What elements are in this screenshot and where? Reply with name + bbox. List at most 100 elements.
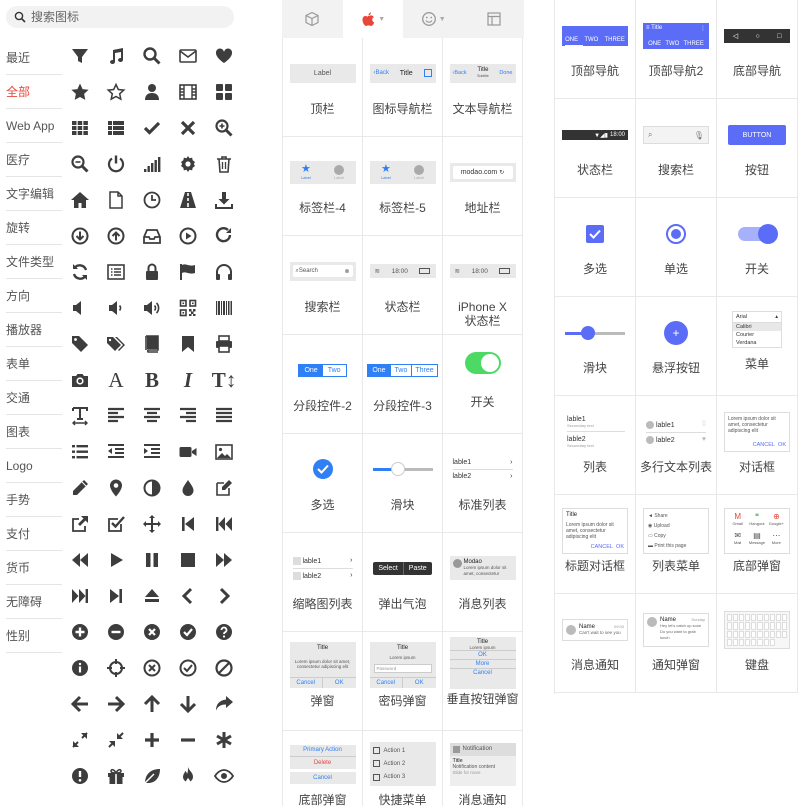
file-o-icon[interactable]: [98, 182, 134, 218]
play-icon[interactable]: [98, 542, 134, 578]
align-right-icon[interactable]: [170, 398, 206, 434]
leaf-icon[interactable]: [134, 758, 170, 794]
italic-icon[interactable]: I: [170, 362, 206, 398]
barcode-icon[interactable]: [206, 290, 242, 326]
music-icon[interactable]: [98, 38, 134, 74]
forward-icon[interactable]: [206, 542, 242, 578]
list-icon[interactable]: [62, 434, 98, 470]
md-button[interactable]: BUTTON 按钮: [717, 99, 798, 198]
ios-quick-menu[interactable]: Action 1 Action 2 Action 3 快捷菜单: [363, 731, 443, 806]
ios-alert[interactable]: Title Lorem ipsum dolor sit amet, consec…: [283, 632, 363, 731]
refresh-icon[interactable]: [62, 254, 98, 290]
category-item[interactable]: 医疗: [6, 143, 62, 177]
arrow-circle-down-icon[interactable]: [62, 218, 98, 254]
search-plus-icon[interactable]: [206, 110, 242, 146]
ios-standard-list[interactable]: lable1 › lable2 › 标准列表: [443, 434, 523, 533]
th-list-icon[interactable]: [98, 110, 134, 146]
times-circle-o-icon[interactable]: [134, 650, 170, 686]
pause-icon[interactable]: [134, 542, 170, 578]
th-large-icon[interactable]: [206, 74, 242, 110]
tint-icon[interactable]: [170, 470, 206, 506]
category-item[interactable]: 支付: [6, 517, 62, 551]
times-icon[interactable]: [170, 110, 206, 146]
md-top-nav-2[interactable]: ≡ Title ⋮ ONE TWO THREE 顶部导航2: [636, 0, 717, 99]
star-o-icon[interactable]: [98, 74, 134, 110]
crosshairs-icon[interactable]: [98, 650, 134, 686]
map-marker-icon[interactable]: [98, 470, 134, 506]
compress-icon[interactable]: [98, 722, 134, 758]
indent-icon[interactable]: [134, 434, 170, 470]
play-circle-icon[interactable]: [170, 218, 206, 254]
tab-cube[interactable]: [282, 0, 343, 38]
md-slider[interactable]: 滑块: [555, 297, 636, 396]
bookmark-icon[interactable]: [170, 326, 206, 362]
ios-iphonex-statusbar[interactable]: ≋ 18:00 iPhone X 状态栏: [443, 236, 523, 335]
tab-apple[interactable]: ▼: [342, 0, 403, 38]
text-height-icon[interactable]: T↕: [206, 362, 242, 398]
md-top-nav[interactable]: ONE TWO THREE 顶部导航: [555, 0, 636, 99]
envelope-icon[interactable]: [170, 38, 206, 74]
step-forward-icon[interactable]: [98, 578, 134, 614]
lock-icon[interactable]: [134, 254, 170, 290]
category-item[interactable]: 方向: [6, 279, 62, 313]
ios-tabbar-5[interactable]: ★ Label Label 标签栏-5: [363, 137, 443, 236]
star-icon[interactable]: [62, 74, 98, 110]
ios-topbar[interactable]: Label 顶栏: [283, 38, 363, 137]
ios-notification[interactable]: Notification Title Notification content …: [443, 731, 523, 806]
arrow-up-icon[interactable]: [134, 686, 170, 722]
category-item[interactable]: 表单: [6, 347, 62, 381]
category-item[interactable]: Web App: [6, 109, 62, 143]
md-checkbox[interactable]: 多选: [555, 198, 636, 297]
md-bottom-sheet[interactable]: M Gmail ❝ Hangout ⊕ Google+ ✉ Mail ▤ Message …: [717, 495, 798, 594]
md-message-notify[interactable]: Name 09:00 Can't wait to see you 消息通知: [555, 594, 636, 693]
category-item[interactable]: 旋转: [6, 211, 62, 245]
qrcode-icon[interactable]: [170, 290, 206, 326]
md-menu[interactable]: Arial ▴ Calibri Courier Verdana 菜单: [717, 297, 798, 396]
ban-icon[interactable]: [206, 650, 242, 686]
md-fab[interactable]: + 悬浮按钮: [636, 297, 717, 396]
volume-off-icon[interactable]: [62, 290, 98, 326]
check-square-icon[interactable]: [98, 506, 134, 542]
minus-circle-icon[interactable]: [98, 614, 134, 650]
md-multiline-list[interactable]: lable1 ⁞⁞ lable2 ♥ 多行文本列表: [636, 396, 717, 495]
share-icon[interactable]: [206, 686, 242, 722]
align-center-icon[interactable]: [134, 398, 170, 434]
search-icon[interactable]: [134, 38, 170, 74]
list-alt-icon[interactable]: [98, 254, 134, 290]
ios-password-alert[interactable]: Title Lorem ipsum Password Cancel OK 密码弹窗: [363, 632, 443, 731]
ios-searchbar[interactable]: ⌕Search ⊗ 搜索栏: [283, 236, 363, 335]
md-radio[interactable]: 单选: [636, 198, 717, 297]
asterisk-icon[interactable]: [206, 722, 242, 758]
category-item[interactable]: 图表: [6, 415, 62, 449]
align-left-icon[interactable]: [98, 398, 134, 434]
ios-vertical-alert[interactable]: Title Lorem ipsum OK More Cancel 垂直按钮弹窗: [443, 632, 523, 731]
edit-icon[interactable]: [206, 470, 242, 506]
volume-down-icon[interactable]: [98, 290, 134, 326]
tags-icon[interactable]: [98, 326, 134, 362]
check-circle-icon[interactable]: [170, 614, 206, 650]
ios-thumbnail-list[interactable]: lable1 › lable2 › 缩略图列表: [283, 533, 363, 632]
chevron-right-icon[interactable]: [206, 578, 242, 614]
trash-icon[interactable]: [206, 146, 242, 182]
tab-smile[interactable]: ▼: [403, 0, 464, 38]
md-dialog[interactable]: Lorem ipsum dolor sit amet, consectetur …: [717, 396, 798, 495]
category-item[interactable]: 文件类型: [6, 245, 62, 279]
md-statusbar[interactable]: ▼◢▮ 18:00 状态栏: [555, 99, 636, 198]
category-item[interactable]: 播放器: [6, 313, 62, 347]
md-title-dialog[interactable]: Title Lorem ipsum dolor sit amet, consec…: [555, 495, 636, 594]
download-icon[interactable]: [206, 182, 242, 218]
md-list[interactable]: lable1 Secondary text lable2 Secondary t…: [555, 396, 636, 495]
search-minus-icon[interactable]: [62, 146, 98, 182]
expand-icon[interactable]: [62, 722, 98, 758]
arrows-icon[interactable]: [134, 506, 170, 542]
ios-switch[interactable]: 开关: [443, 335, 523, 434]
inbox-icon[interactable]: [134, 218, 170, 254]
ios-message-list[interactable]: Modao Lorem ipsum dolor sit amet, consec…: [443, 533, 523, 632]
info-circle-icon[interactable]: [62, 650, 98, 686]
arrow-left-icon[interactable]: [62, 686, 98, 722]
times-circle-icon[interactable]: [134, 614, 170, 650]
camera-icon[interactable]: [62, 362, 98, 398]
md-list-menu[interactable]: ◄ Share ◉ Upload ▭ Copy ▬ Print this pag…: [636, 495, 717, 594]
md-notify-popup[interactable]: Name Sunday Hey let's catch up soon Do yo…: [636, 594, 717, 693]
md-keyboard[interactable]: 键盘: [717, 594, 798, 693]
